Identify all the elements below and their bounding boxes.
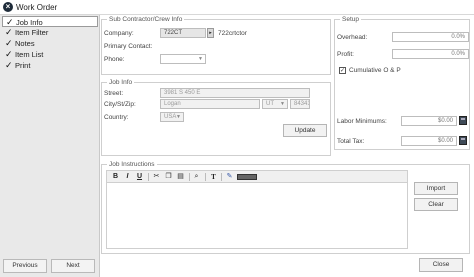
overhead-label: Overhead:	[337, 34, 368, 41]
phone-select[interactable]: ▼	[160, 54, 206, 64]
clear-button[interactable]: Clear	[414, 198, 458, 211]
checkmark-icon: ✓	[5, 60, 13, 70]
city-label: City/St/Zip:	[104, 101, 136, 108]
sidebar-item-item-filter[interactable]: ✓ Item Filter	[2, 27, 98, 38]
total-tax-value: $0.00	[437, 138, 453, 144]
text-tool-button[interactable]: T	[209, 172, 218, 182]
company-label: Company:	[104, 30, 134, 37]
profit-label: Profit:	[337, 51, 354, 58]
labor-minimums-label: Labor Minimums:	[337, 118, 387, 125]
bold-button[interactable]: B	[111, 172, 120, 182]
sidebar-item-item-list[interactable]: ✓ Item List	[2, 49, 98, 60]
italic-button[interactable]: I	[123, 172, 132, 182]
sidebar-item-label: Notes	[15, 39, 35, 48]
company-code-value: 722CT	[164, 30, 183, 36]
window-title: Work Order	[16, 3, 58, 12]
sidebar-item-notes[interactable]: ✓ Notes	[2, 38, 98, 49]
city-field[interactable]: Logan	[160, 99, 260, 109]
city-value: Logan	[164, 101, 181, 107]
update-button[interactable]: Update	[283, 124, 327, 137]
zip-field[interactable]: 84341	[290, 99, 310, 109]
title-bar: × Work Order	[0, 0, 474, 15]
highlight-swatch-icon[interactable]	[237, 174, 257, 180]
previous-button[interactable]: Previous	[3, 259, 47, 273]
job-instructions-group-title: Job Instructions	[107, 160, 157, 169]
sidebar-item-label: Print	[15, 61, 31, 70]
overhead-field[interactable]: 0.0%	[392, 32, 469, 42]
checkmark-icon: ✓	[5, 27, 13, 37]
sidebar-list: ✓ Job Info ✓ Item Filter ✓ Notes ✓ Item …	[2, 16, 98, 71]
sidebar-item-label: Item List	[15, 50, 44, 59]
zip-value: 84341	[294, 101, 310, 107]
chevron-down-icon: ▼	[198, 56, 203, 62]
sidebar-item-label: Item Filter	[15, 28, 49, 37]
import-button[interactable]: Import	[414, 182, 458, 195]
paste-icon[interactable]: ▤	[176, 172, 185, 182]
setup-group-title: Setup	[340, 15, 361, 24]
profit-field[interactable]: 0.0%	[392, 49, 469, 59]
cumulative-checkbox[interactable]: ✓	[339, 67, 346, 74]
toolbar-separator	[148, 173, 149, 181]
country-select[interactable]: USA ▼	[160, 112, 184, 122]
total-tax-label: Total Tax:	[337, 138, 365, 145]
app-close-icon[interactable]: ×	[3, 2, 13, 12]
calculator-icon[interactable]	[459, 136, 467, 145]
company-code-field[interactable]: 722CT	[160, 28, 206, 38]
chevron-down-icon: ▼	[176, 114, 181, 120]
overhead-value: 0.0%	[451, 34, 465, 40]
job-instructions-editor[interactable]	[106, 183, 408, 249]
street-field[interactable]: 3981 S 450 E	[160, 88, 310, 98]
cut-icon[interactable]: ✂	[152, 172, 161, 182]
sidebar-item-job-info[interactable]: ✓ Job Info	[2, 16, 98, 27]
street-value: 3981 S 450 E	[164, 90, 201, 96]
state-value: UT	[266, 101, 274, 107]
font-color-icon[interactable]: ✎	[225, 172, 234, 182]
job-info-group-title: Job Info	[107, 78, 135, 87]
total-tax-field[interactable]: $0.00	[401, 136, 457, 146]
state-select[interactable]: UT ▼	[262, 99, 288, 109]
profit-value: 0.0%	[451, 51, 465, 57]
close-button[interactable]: Close	[419, 258, 463, 272]
country-value: USA	[164, 114, 177, 120]
checkmark-icon: ✓	[5, 38, 13, 48]
checkmark-icon: ✓	[5, 49, 13, 59]
toolbar-separator	[221, 173, 222, 181]
editor-toolbar: B I U ✂ ❐ ▤ ⌕ T ✎	[106, 170, 408, 183]
copy-icon[interactable]: ❐	[164, 172, 173, 182]
underline-button[interactable]: U	[135, 172, 144, 182]
calculator-icon[interactable]	[459, 116, 467, 125]
find-icon[interactable]: ⌕	[192, 172, 201, 182]
chevron-down-icon: ▼	[280, 101, 285, 107]
toolbar-separator	[205, 173, 206, 181]
labor-minimums-value: $0.00	[437, 118, 453, 124]
sidebar-item-print[interactable]: ✓ Print	[2, 60, 98, 71]
next-button[interactable]: Next	[51, 259, 95, 273]
sidebar: ✓ Job Info ✓ Item Filter ✓ Notes ✓ Item …	[0, 15, 100, 277]
company-lookup-button[interactable]: ▸	[207, 28, 214, 38]
primary-contact-label: Primary Contact:	[104, 43, 153, 50]
cumulative-label: Cumulative O & P	[349, 67, 401, 74]
phone-label: Phone:	[104, 56, 125, 63]
toolbar-separator	[189, 173, 190, 181]
country-label: Country:	[104, 114, 129, 121]
labor-minimums-field[interactable]: $0.00	[401, 116, 457, 126]
street-label: Street:	[104, 90, 124, 97]
subcontractor-group-title: Sub Contractor/Crew Info	[107, 15, 185, 24]
sidebar-item-label: Job Info	[16, 18, 43, 27]
company-name: 722crtctor	[218, 30, 247, 37]
